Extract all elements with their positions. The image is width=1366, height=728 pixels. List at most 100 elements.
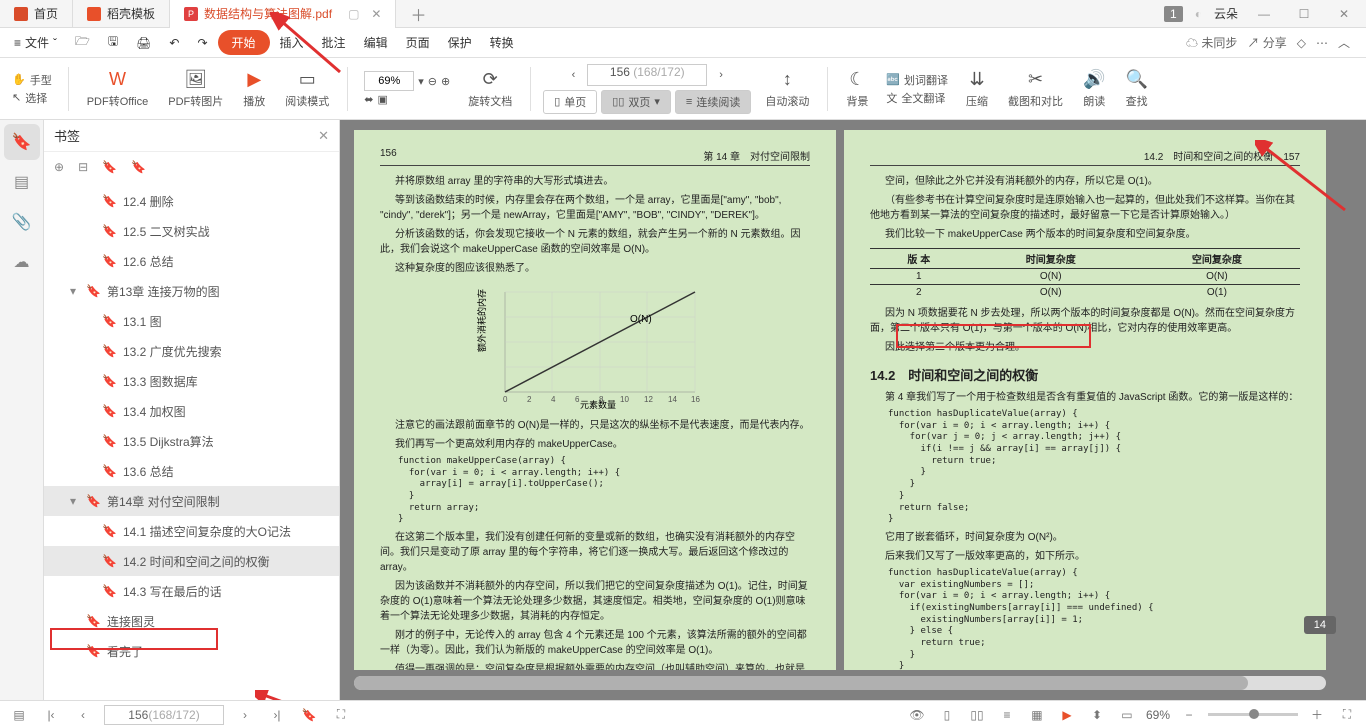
save-icon[interactable]: 🖫: [100, 28, 126, 57]
menu-convert[interactable]: 转换: [482, 30, 522, 55]
attachments-tab-icon[interactable]: 📎: [4, 204, 40, 240]
full-translate[interactable]: 文全文翻译: [886, 90, 948, 106]
bm-add-icon[interactable]: ⊕: [54, 160, 64, 174]
zoom-out-icon[interactable]: ⊖: [428, 75, 437, 88]
sb-first-page-icon[interactable]: |‹: [40, 704, 62, 726]
menu-start[interactable]: 开始: [218, 30, 270, 55]
compress[interactable]: ⇊压缩: [960, 67, 994, 111]
double-page-button[interactable]: ▯▯双页▾: [601, 90, 671, 114]
pdf-to-image[interactable]: 🖼PDF转图片: [162, 67, 229, 111]
fit-width-icon[interactable]: ⬌: [364, 93, 373, 106]
menu-annotate[interactable]: 批注: [314, 30, 354, 55]
sb-fullscreen-icon[interactable]: ⛶: [1336, 704, 1358, 726]
sb-play-icon[interactable]: ▶: [1056, 704, 1078, 726]
share-button[interactable]: ↗ 分享: [1247, 34, 1286, 51]
undo-icon[interactable]: ↶: [161, 32, 187, 54]
continuous-button[interactable]: ≡连续阅读: [675, 90, 751, 114]
read-mode[interactable]: ▭阅读模式: [279, 67, 335, 111]
bookmark-item[interactable]: ▾🔖第13章 连接万物的图: [44, 276, 339, 306]
fit-page-icon[interactable]: ▣: [377, 93, 387, 106]
sb-zoom-out-icon[interactable]: −: [1178, 704, 1200, 726]
menu-insert[interactable]: 插入: [272, 30, 312, 55]
rotate-doc[interactable]: ⟳旋转文档: [462, 67, 518, 111]
file-menu[interactable]: ≡文件ˇ: [6, 34, 65, 51]
page-number-input[interactable]: 156 (168/172): [587, 64, 707, 86]
document-viewport[interactable]: 156第 14 章 对付空间限制 并将原数组 array 里的字符串的大写形式填…: [340, 120, 1366, 700]
bookmark-item[interactable]: 🔖13.1 图: [44, 306, 339, 336]
select-tool[interactable]: ↖选择: [12, 90, 52, 106]
sb-fit-icon[interactable]: ⬍: [1086, 704, 1108, 726]
play-button[interactable]: ▶播放: [237, 67, 271, 111]
sb-view3-icon[interactable]: ≡: [996, 704, 1018, 726]
bookmark-item[interactable]: 🔖12.6 总结: [44, 246, 339, 276]
menu-edit[interactable]: 编辑: [356, 30, 396, 55]
user-name[interactable]: 云朵: [1214, 5, 1238, 22]
scrollbar-thumb[interactable]: [354, 676, 1248, 690]
prev-page-icon[interactable]: ‹: [564, 69, 584, 81]
menu-page[interactable]: 页面: [398, 30, 438, 55]
open-icon[interactable]: 🗁: [67, 28, 98, 57]
bookmark-item[interactable]: 🔖13.5 Dijkstra算法: [44, 426, 339, 456]
bookmark-item[interactable]: 🔖12.4 删除: [44, 186, 339, 216]
next-page-icon[interactable]: ›: [711, 69, 731, 81]
zoom-slider-thumb[interactable]: [1249, 709, 1259, 719]
sb-last-page-icon[interactable]: ›|: [266, 704, 288, 726]
sb-eye-icon[interactable]: 👁: [906, 704, 928, 726]
collapse-ribbon-icon[interactable]: ︿: [1338, 34, 1350, 51]
sb-view2-icon[interactable]: ▯▯: [966, 704, 988, 726]
sb-book-icon[interactable]: ▭: [1116, 704, 1138, 726]
horizontal-scrollbar[interactable]: [354, 676, 1326, 690]
tab-daoke[interactable]: 稻壳模板: [73, 0, 170, 28]
print-icon[interactable]: 🖨: [128, 32, 159, 54]
autoscroll[interactable]: ↕自动滚动: [759, 67, 815, 111]
thumbnails-tab-icon[interactable]: ▤: [4, 164, 40, 200]
cloud-icon[interactable]: ◐: [1195, 7, 1202, 21]
sb-next-page-icon[interactable]: ›: [234, 704, 256, 726]
more-menu-icon[interactable]: ⋯: [1316, 36, 1328, 50]
read-aloud[interactable]: 🔊朗读: [1077, 67, 1111, 111]
close-panel-icon[interactable]: ✕: [318, 128, 329, 144]
sb-prev-page-icon[interactable]: ‹: [72, 704, 94, 726]
menu-protect[interactable]: 保护: [440, 30, 480, 55]
background[interactable]: ☾背景: [840, 67, 874, 111]
sb-thumbnails-icon[interactable]: ▤: [8, 704, 30, 726]
cloud-tab-icon[interactable]: ☁: [4, 244, 40, 280]
bookmark-item[interactable]: 🔖13.2 广度优先搜索: [44, 336, 339, 366]
favorite-icon[interactable]: ◇: [1297, 36, 1306, 50]
hand-tool[interactable]: ✋手型: [12, 72, 52, 88]
bookmark-item[interactable]: 🔖14.3 写在最后的话: [44, 576, 339, 606]
bookmark-item[interactable]: ▾🔖第14章 对付空间限制: [44, 486, 339, 516]
zoom-input[interactable]: [364, 71, 414, 91]
bookmark-item[interactable]: 🔖14.1 描述空间复杂度的大O记法: [44, 516, 339, 546]
maximize-button[interactable]: ☐: [1290, 7, 1318, 21]
bookmark-item[interactable]: 🔖14.2 时间和空间之间的权衡: [44, 546, 339, 576]
redo-icon[interactable]: ↷: [189, 32, 215, 54]
tab-home[interactable]: 首页: [0, 0, 73, 28]
zoom-in-icon[interactable]: ⊕: [441, 75, 450, 88]
zoom-slider[interactable]: [1208, 713, 1298, 716]
tab-current-file[interactable]: P数据结构与算法图解.pdf▢✕: [170, 0, 396, 28]
bm-bookmark2-icon[interactable]: 🔖: [131, 160, 146, 174]
highlight-translate[interactable]: 🔤划词翻译: [886, 72, 948, 88]
bm-delete-icon[interactable]: ⊟: [78, 160, 88, 174]
bm-bookmark1-icon[interactable]: 🔖: [102, 160, 117, 174]
bookmark-tab-icon[interactable]: 🔖: [4, 124, 40, 160]
bookmark-item[interactable]: 🔖13.6 总结: [44, 456, 339, 486]
screenshot-compare[interactable]: ✂截图和对比: [1002, 67, 1069, 111]
pdf-to-office[interactable]: WPDF转Office: [81, 67, 155, 111]
close-tab-icon[interactable]: ✕: [371, 7, 381, 21]
bookmark-item[interactable]: 🔖13.3 图数据库: [44, 366, 339, 396]
sb-zoom-in-icon[interactable]: ＋: [1306, 704, 1328, 726]
sb-page-input[interactable]: 156 (168/172): [104, 705, 224, 725]
minimize-button[interactable]: —: [1250, 7, 1278, 21]
bookmark-item[interactable]: 🔖13.4 加权图: [44, 396, 339, 426]
sb-view4-icon[interactable]: ▦: [1026, 704, 1048, 726]
present-icon[interactable]: ▢: [348, 7, 359, 21]
sb-expand-icon[interactable]: ⛶: [330, 704, 352, 726]
close-window-button[interactable]: ✕: [1330, 7, 1358, 21]
bookmark-item[interactable]: 🔖连接图灵: [44, 606, 339, 636]
bookmark-item[interactable]: 🔖12.5 二叉树实战: [44, 216, 339, 246]
bookmark-item[interactable]: 🔖看完了: [44, 636, 339, 666]
sb-view1-icon[interactable]: ▯: [936, 704, 958, 726]
new-tab-button[interactable]: ＋: [396, 2, 440, 26]
